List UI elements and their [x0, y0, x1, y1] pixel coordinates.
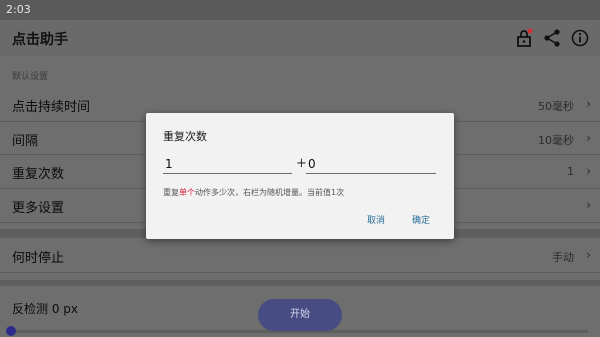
setting-value: 1 [567, 165, 574, 178]
statusbar: 2:03 [0, 0, 600, 20]
setting-value: 手动 [552, 251, 574, 264]
setting-value: 50毫秒 [538, 100, 574, 113]
lock-icon[interactable] [514, 28, 534, 48]
random-increment-input[interactable]: 0 [306, 154, 436, 174]
chevron-right-icon: › [586, 131, 591, 145]
chevron-right-icon: › [586, 198, 591, 212]
setting-row-when-stop[interactable]: 何时停止 手动 › [0, 238, 600, 273]
desc-highlight: 单个 [179, 188, 195, 197]
anti-detect-slider-thumb[interactable] [6, 326, 16, 336]
desc-prefix: 重复 [163, 188, 179, 197]
setting-label: 间隔 [12, 134, 39, 149]
repeat-count-value: 1 [165, 157, 173, 171]
section-title: 默认设置 [12, 72, 49, 82]
ok-button[interactable]: 确定 [412, 213, 430, 226]
status-time: 2:03 [6, 3, 31, 16]
setting-label: 点击持续时间 [12, 100, 91, 115]
app-bar: 点击助手 [0, 20, 600, 56]
setting-label: 何时停止 [12, 251, 65, 266]
chevron-right-icon: › [586, 248, 591, 262]
desc-suffix: 动作多少次，右栏为随机增量。当前值1次 [195, 188, 345, 197]
random-increment-value: 0 [308, 157, 316, 171]
section-divider [0, 280, 600, 286]
share-icon[interactable] [542, 28, 562, 48]
chevron-right-icon: › [586, 97, 591, 111]
setting-label: 更多设置 [12, 201, 65, 216]
anti-detect-label: 反检测 0 px [12, 302, 78, 316]
chevron-right-icon: › [586, 164, 591, 178]
page-title: 点击助手 [12, 32, 68, 48]
info-icon[interactable] [570, 28, 590, 48]
repeat-count-input[interactable]: 1 [163, 154, 292, 174]
repeat-count-dialog: 重复次数 1 + 0 重复单个动作多少次，右栏为随机增量。当前值1次 取消 确定 [146, 113, 454, 239]
cancel-button[interactable]: 取消 [367, 213, 385, 226]
setting-label: 重复次数 [12, 167, 65, 182]
dialog-title: 重复次数 [163, 130, 207, 143]
dialog-description: 重复单个动作多少次，右栏为随机增量。当前值1次 [163, 187, 344, 198]
start-button[interactable]: 开始 [258, 299, 342, 331]
setting-value: 10毫秒 [538, 134, 574, 147]
